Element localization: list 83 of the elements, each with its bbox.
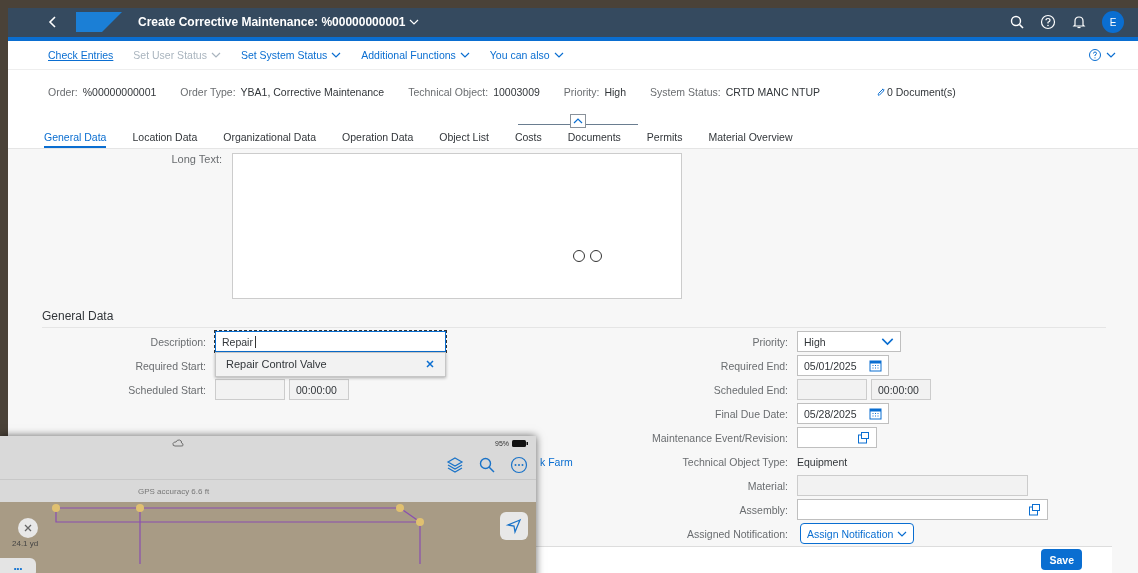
caret-icon (459, 50, 470, 59)
field-label: System Status: (650, 86, 721, 99)
field-label: Assembly: (738, 503, 788, 516)
link[interactable]: k Farm (540, 455, 573, 468)
caret-icon (1106, 50, 1116, 59)
field-label: Description: (149, 335, 206, 348)
paperclip-icon (876, 87, 886, 98)
calendar-icon[interactable] (869, 407, 882, 421)
tab[interactable]: General Data (44, 130, 107, 148)
caret-icon[interactable] (409, 18, 420, 27)
field-label: Required Start: (134, 359, 206, 372)
menu-button[interactable]: You can also (489, 48, 564, 61)
field-value: Equipment (797, 455, 848, 468)
collapse-header-button[interactable] (570, 114, 586, 129)
scale-text: 24.1 yd (12, 539, 39, 548)
caret-icon (331, 50, 342, 59)
tab[interactable]: Object List (439, 130, 489, 148)
calendar-icon[interactable] (869, 359, 882, 373)
field-label: Long Text: (170, 152, 222, 167)
locate-button[interactable] (500, 512, 528, 540)
menu-button[interactable]: Additional Functions (361, 48, 470, 61)
tab[interactable]: Documents (567, 130, 621, 148)
field-value: 10003009 (493, 86, 540, 99)
close-icon[interactable] (425, 359, 435, 370)
caret-icon (897, 529, 908, 538)
menu-button[interactable]: Set System Status (240, 48, 342, 61)
field-label: Assigned Notification: (686, 527, 788, 540)
caret-icon (210, 50, 221, 59)
date-field[interactable]: 05/28/2025 (797, 403, 889, 425)
help-icon[interactable] (1040, 14, 1056, 31)
priority-select[interactable]: High (797, 331, 901, 353)
date-field[interactable]: 05/01/2025 (797, 355, 889, 377)
bell-icon[interactable] (1071, 14, 1087, 31)
cloud-icon (172, 438, 184, 448)
documents-link[interactable]: 0 Document(s) (876, 86, 956, 99)
field-label: Final Due Date: (714, 407, 788, 420)
input-field[interactable]: Repair (215, 331, 446, 353)
tab[interactable]: Material Overview (708, 130, 793, 148)
toolbar-link[interactable]: Check Entries (48, 48, 114, 61)
close-icon (23, 523, 33, 533)
tab[interactable]: Costs (514, 130, 542, 148)
field-label: Order: (48, 86, 78, 99)
value-help-icon[interactable] (857, 431, 870, 445)
field-label: Priority: (563, 86, 600, 99)
long-text-field[interactable] (232, 152, 682, 299)
avatar[interactable]: E (1102, 11, 1124, 34)
field-value: CRTD MANC NTUP (725, 86, 820, 99)
help-icon (1087, 46, 1103, 63)
field-label: Scheduled End: (712, 383, 788, 396)
field-label: Technical Object: (408, 86, 489, 99)
input-field[interactable] (797, 427, 877, 449)
assign-notification-button[interactable]: Assign Notification (800, 523, 915, 545)
field-value: YBA1, Corrective Maintenance (240, 86, 385, 99)
search-icon[interactable] (1009, 14, 1025, 31)
chevron-up-icon (573, 117, 583, 126)
field-label: Priority: (751, 335, 788, 348)
field-label: Order Type: (180, 86, 236, 99)
suggestion-item[interactable]: Repair Control Valve (215, 351, 446, 377)
field-label: Scheduled Start: (127, 383, 206, 396)
tab[interactable]: Organizational Data (223, 130, 317, 148)
field-label: Maintenance Event/Revision: (651, 431, 788, 444)
more-button[interactable]: ••• (0, 558, 36, 573)
field-value: High (604, 86, 627, 99)
caret-icon (553, 50, 564, 59)
save-button[interactable]: Save (1041, 549, 1082, 571)
battery-icon (512, 439, 528, 447)
navigation-arrow-icon (505, 517, 523, 535)
tab[interactable]: Location Data (132, 130, 198, 148)
tab[interactable]: Permits (646, 130, 683, 148)
more-icon[interactable] (510, 455, 528, 474)
field-value: %00000000001 (82, 86, 157, 99)
field-label: Material: (746, 479, 788, 492)
section-title: General Data (42, 308, 1106, 328)
window-title: Create Corrective Maintenance: %00000000001 (138, 15, 406, 30)
tab[interactable]: Operation Data (342, 130, 414, 148)
input-field[interactable] (797, 499, 1048, 521)
field-label: Technical Object Type: (681, 455, 788, 468)
close-button[interactable] (18, 518, 38, 538)
gps-accuracy-text: GPS accuracy 6.6 ft (137, 485, 211, 498)
layers-icon[interactable] (446, 455, 464, 474)
value-help-icon[interactable] (1028, 503, 1041, 517)
help-menu-button[interactable] (1087, 46, 1116, 63)
field-label: Required End: (719, 359, 788, 372)
